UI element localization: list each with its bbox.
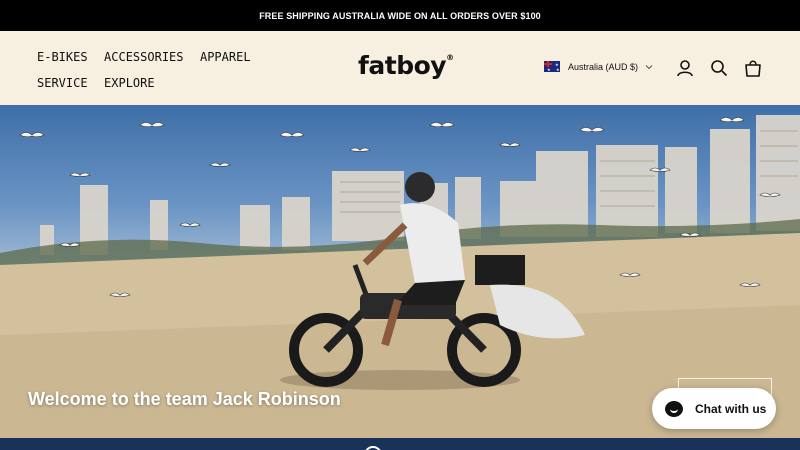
search-icon[interactable] (709, 58, 729, 78)
chat-widget-button[interactable]: Chat with us (652, 388, 776, 429)
chat-label: Chat with us (695, 401, 767, 416)
registered-mark: ® (446, 53, 454, 62)
site-header: E-BIKES ACCESSORIES APPAREL SERVICE EXPL… (0, 31, 800, 105)
chevron-down-icon (645, 64, 653, 69)
chat-bubble-icon (665, 400, 683, 417)
nav-item-explore[interactable]: EXPLORE (104, 70, 155, 96)
brand-badge-icon (364, 446, 382, 450)
country-selector[interactable]: ★ ★ ★ Australia (AUD $) (544, 61, 653, 72)
footer-band (0, 438, 800, 450)
site-logo[interactable]: fatboy® (358, 51, 454, 80)
announcement-bar: FREE SHIPPING AUSTRALIA WIDE ON ALL ORDE… (0, 0, 800, 31)
main-nav: E-BIKES ACCESSORIES APPAREL SERVICE EXPL… (37, 44, 327, 96)
nav-item-accessories[interactable]: ACCESSORIES (104, 44, 183, 70)
nav-item-e-bikes[interactable]: E-BIKES (37, 44, 88, 70)
announcement-text: FREE SHIPPING AUSTRALIA WIDE ON ALL ORDE… (259, 10, 541, 21)
country-label: Australia (AUD $) (568, 61, 639, 72)
nav-item-apparel[interactable]: APPAREL (200, 44, 251, 70)
logo-text: fatboy (358, 51, 447, 80)
nav-item-service[interactable]: SERVICE (37, 70, 88, 96)
hero-title: Welcome to the team Jack Robinson (28, 389, 341, 409)
australia-flag-icon: ★ ★ ★ (544, 61, 560, 72)
cart-icon[interactable] (743, 58, 763, 78)
account-icon[interactable] (675, 58, 695, 78)
